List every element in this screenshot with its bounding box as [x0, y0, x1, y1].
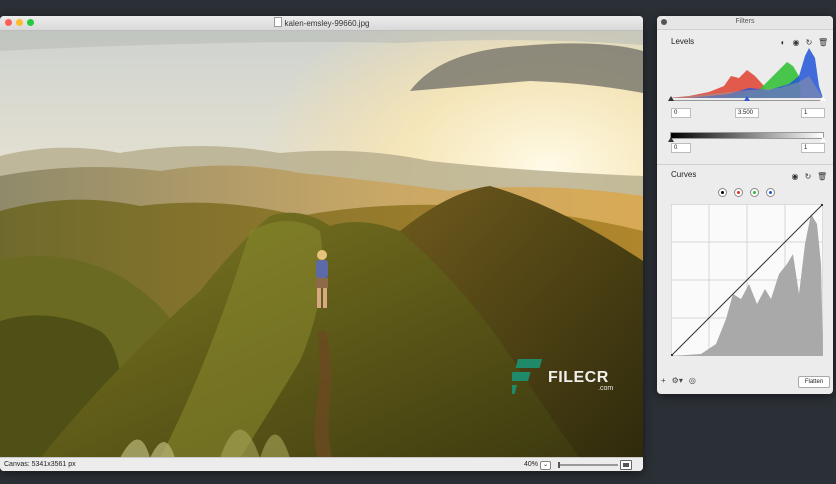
filters-panel: Filters Levels ◐ ◉ ↻ 🗑 0 3.500 1 0 1 Cur…	[657, 16, 833, 394]
output-levels-gradient	[670, 132, 824, 139]
window-title: kalen-emsley-99660.jpg	[284, 19, 370, 28]
watermark-logo-icon	[504, 359, 542, 394]
curves-graph[interactable]	[671, 204, 823, 356]
curves-trash-icon[interactable]: 🗑	[817, 172, 827, 182]
levels-gamma-input[interactable]: 3.500	[735, 108, 759, 118]
plus-icon[interactable]: +	[661, 376, 666, 385]
watermark: FILECR .com	[504, 359, 632, 399]
curve-point-start[interactable]	[671, 354, 673, 356]
window-titlebar[interactable]: kalen-emsley-99660.jpg	[0, 16, 643, 31]
levels-label: Levels	[671, 37, 695, 46]
levels-black-input[interactable]: 0	[671, 108, 691, 118]
eye-icon[interactable]: ◎	[689, 376, 696, 385]
levels-histogram	[669, 46, 823, 98]
output-black-handle[interactable]	[668, 137, 674, 142]
output-white-input[interactable]: 1	[801, 143, 825, 153]
section-divider	[657, 164, 833, 165]
zoom-slider-knob[interactable]	[558, 462, 560, 468]
curves-reset-icon[interactable]: ↻	[804, 172, 812, 182]
levels-white-handle[interactable]	[820, 96, 826, 101]
fit-to-window-button[interactable]	[620, 460, 632, 470]
flatten-button[interactable]: Flatten	[798, 376, 830, 388]
watermark-suffix: .com	[598, 385, 614, 392]
channel-green-button[interactable]	[750, 188, 759, 197]
zoom-level: 40%	[524, 461, 539, 468]
curves-eye-icon[interactable]: ◉	[791, 172, 799, 182]
gear-icon[interactable]: ⚙▾	[672, 376, 683, 385]
levels-white-input[interactable]: 1	[801, 108, 825, 118]
zoom-slider-track[interactable]	[558, 464, 618, 466]
document-icon	[273, 17, 282, 27]
image-window: kalen-emsley-99660.jpg FILECR .com Canva…	[0, 16, 643, 471]
canvas-size-label: Canvas: 5341x3561 px	[4, 461, 76, 468]
output-black-input[interactable]: 0	[671, 143, 691, 153]
panel-titlebar[interactable]: Filters	[657, 16, 833, 30]
zoom-reset-button[interactable]: ⌄	[540, 461, 551, 470]
curves-label: Curves	[671, 170, 697, 179]
channel-red-button[interactable]	[734, 188, 743, 197]
channel-black-button[interactable]	[718, 188, 727, 197]
levels-black-handle[interactable]	[668, 96, 674, 101]
status-bar: Canvas: 5341x3561 px 40% ⌄	[0, 457, 643, 471]
output-white-handle[interactable]	[820, 137, 826, 142]
panel-title: Filters	[735, 18, 755, 25]
curve-point-end[interactable]	[821, 204, 823, 206]
channel-blue-button[interactable]	[766, 188, 775, 197]
levels-gamma-handle[interactable]	[744, 96, 750, 101]
